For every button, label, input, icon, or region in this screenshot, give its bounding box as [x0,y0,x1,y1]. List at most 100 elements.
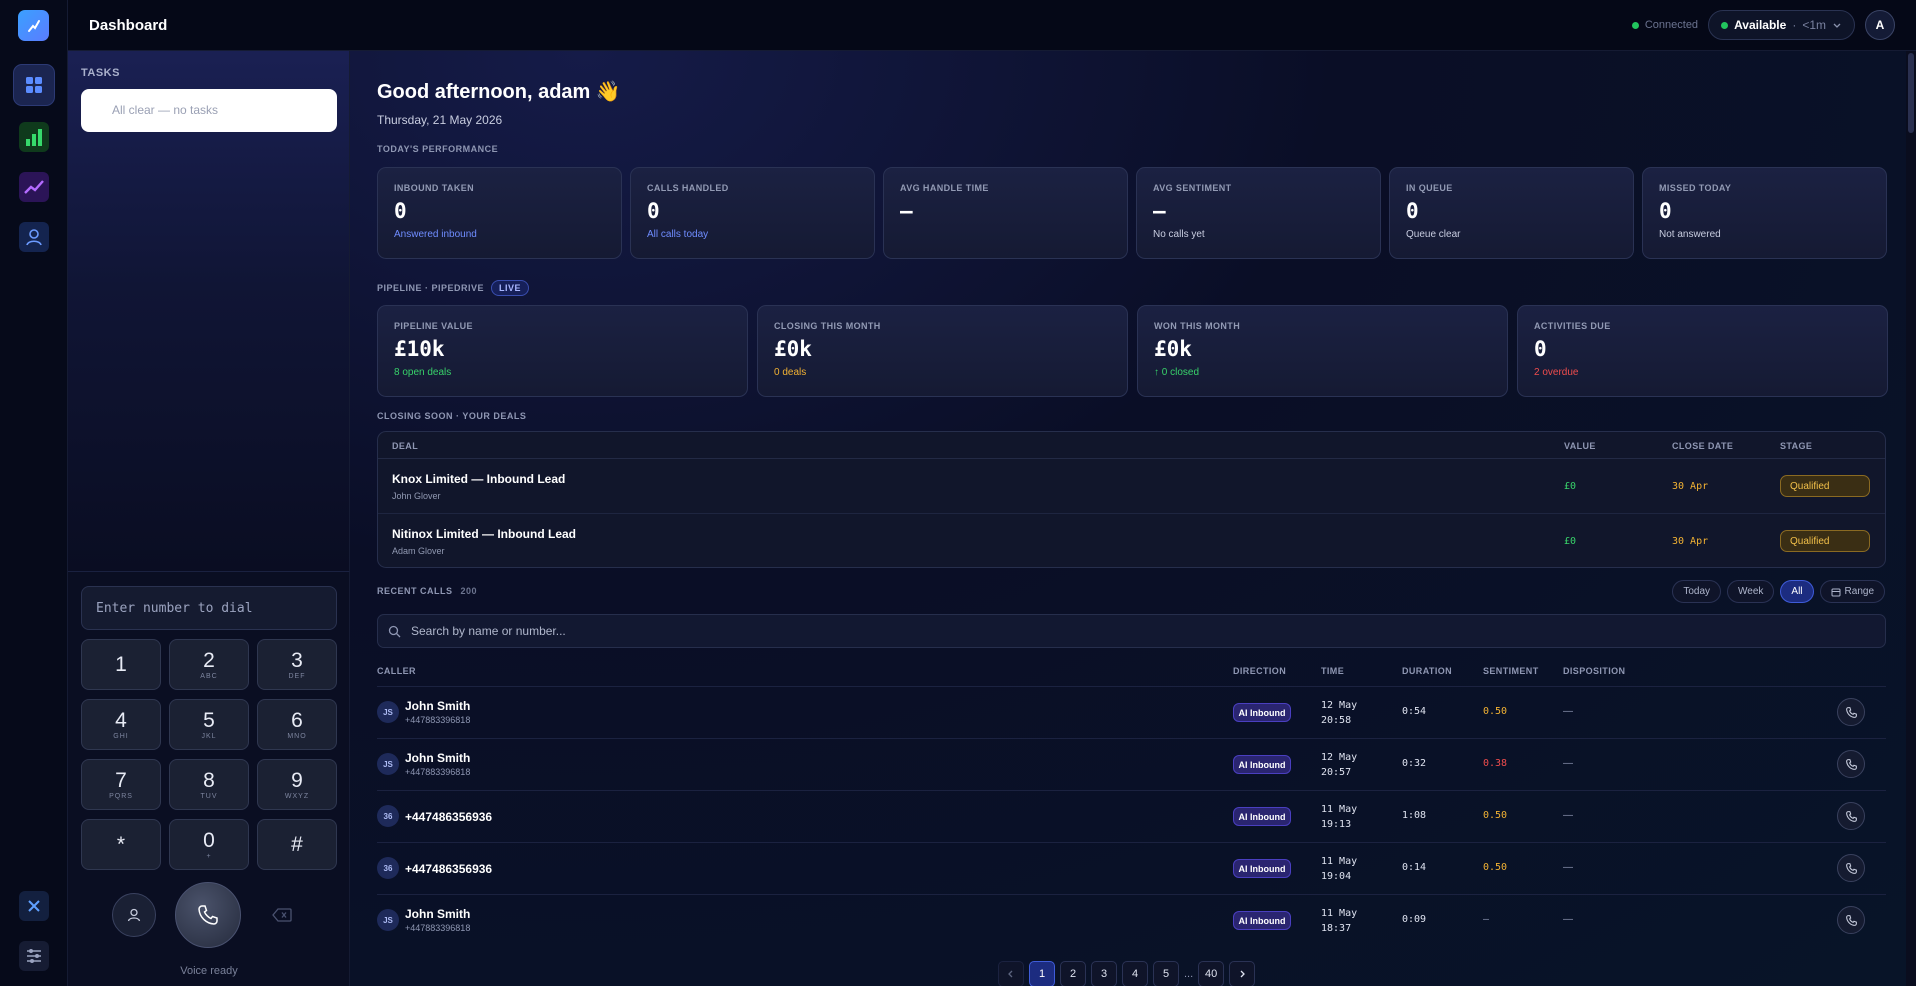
availability-label: Available [1734,18,1787,32]
call-button[interactable] [175,882,241,948]
call-row[interactable]: JS John Smith +447883396818 AI Inbound 12 Ma… [377,686,1886,738]
metric-card: MISSED TODAY 0 Not answered [1642,167,1887,259]
contacts-button[interactable] [112,893,156,937]
call-row[interactable]: 36 +447486356936 AI Inbound 11 May 19:13 1:08… [377,790,1886,842]
backspace-button[interactable] [260,893,304,937]
bar-chart-icon [19,122,49,152]
keypad-key[interactable]: 0 + [169,819,249,870]
deals-table: DEAL VALUE CLOSE DATE STAGE Knox Limited… [377,431,1886,568]
rail-contacts-button[interactable] [13,216,55,258]
deal-name: Knox Limited — Inbound Lead [392,472,566,486]
caller-avatar: 36 [377,857,399,879]
keypad-key[interactable]: 2 ABC [169,639,249,690]
keypad-letters: WXYZ [284,792,310,800]
dial-number-input[interactable] [81,586,337,630]
rail-reports-button[interactable] [13,116,55,158]
deal-owner: Adam Glover [392,546,445,556]
voice-status: Voice ready [180,965,238,977]
filter-label: Week [1738,586,1764,597]
rail-dashboard-button[interactable] [13,64,55,106]
deal-row[interactable]: Knox Limited — Inbound Lead John Glover £0… [378,459,1885,514]
pagination-page[interactable]: 3 [1091,961,1117,986]
availability-dropdown[interactable]: Available · <1m [1708,10,1855,40]
scrollbar-thumb[interactable] [1908,53,1914,133]
pagination-last-page[interactable]: 40 [1198,961,1225,986]
caller-name: John Smith [405,699,471,713]
pagination-page[interactable]: 5 [1153,961,1179,986]
keypad-key[interactable]: # [257,819,337,870]
call-row[interactable]: 36 +447486356936 AI Inbound 11 May 19:04 0:14… [377,842,1886,894]
pagination-prev-button[interactable] [998,961,1024,986]
deal-row[interactable]: Nitinox Limited — Inbound Lead Adam Glove… [378,514,1885,567]
main-scrollbar[interactable] [1906,51,1916,986]
rail-settings-button[interactable] [13,935,55,977]
keypad-key[interactable]: 4 GHI [81,699,161,750]
keypad-key[interactable]: 1 [81,639,161,690]
keypad-digit: 5 [203,708,215,732]
filter-button[interactable]: Range [1819,580,1885,603]
metric-sub: 8 open deals [394,367,452,378]
connection-dot-icon [1631,21,1639,29]
call-filters: Today Week All Range [1672,580,1885,603]
rail-brand-button[interactable] [13,885,55,927]
calls-search-input[interactable] [409,623,1009,639]
call-sentiment: 0.50 [1483,862,1508,873]
calls-table-header: CALLER DIRECTION TIME DURATION SENTIMENT… [377,666,1886,680]
call-row[interactable]: JS John Smith +447883396818 AI Inbound 11 Ma… [377,894,1886,946]
call-back-button[interactable] [1837,750,1865,778]
direction-badge: AI Inbound [1233,807,1291,826]
keypad-digit: * [116,833,126,856]
call-duration: 0:09 [1402,914,1427,925]
call-duration: 0:54 [1402,706,1427,717]
call-back-button[interactable] [1837,698,1865,726]
keypad-key[interactable]: 6 MNO [257,699,337,750]
filter-label: Range [1844,586,1874,597]
call-disposition: — [1563,758,1573,769]
keypad-key[interactable]: 9 WXYZ [257,759,337,810]
metric-sub: No calls yet [1153,229,1205,240]
call-row[interactable]: JS John Smith +447883396818 AI Inbound 12 Ma… [377,738,1886,790]
call-duration: 0:32 [1402,758,1427,769]
keypad-key[interactable]: * [81,819,161,870]
user-avatar[interactable]: A [1865,10,1895,40]
chevron-right-icon [1240,970,1246,978]
deals-col-close-date: CLOSE DATE [1672,441,1734,451]
call-clock: 20:57 [1321,767,1352,778]
call-back-button[interactable] [1837,906,1865,934]
keypad-key[interactable]: 8 TUV [169,759,249,810]
pagination-next-button[interactable] [1229,961,1256,986]
call-duration: 1:08 [1402,810,1427,821]
performance-heading: TODAY'S PERFORMANCE [377,144,499,154]
app-logo[interactable] [18,10,49,41]
pagination-page[interactable]: 1 [1029,961,1055,986]
call-back-button[interactable] [1837,802,1865,830]
metric-card: IN QUEUE 0 Queue clear [1389,167,1634,259]
keypad-digit: # [291,833,303,856]
metric-card: INBOUND TAKEN 0 Answered inbound [377,167,622,259]
deal-value: £0 [1564,536,1577,547]
metric-label: INBOUND TAKEN [394,183,475,193]
keypad-key[interactable]: 7 PQRS [81,759,161,810]
keypad-key[interactable]: 3 DEF [257,639,337,690]
call-sentiment: 0.38 [1483,758,1508,769]
call-back-button[interactable] [1837,854,1865,882]
availability-dot-icon [1721,21,1729,29]
call-sentiment: 0.50 [1483,706,1508,717]
caller-name: +447486356936 [405,862,493,876]
deal-name: Nitinox Limited — Inbound Lead [392,527,576,541]
keypad-key[interactable]: 5 JKL [169,699,249,750]
keypad-digit: 8 [203,768,215,792]
filter-button[interactable]: Today [1672,580,1722,603]
availability-time: <1m [1802,18,1826,32]
metric-value: 0 [647,199,660,223]
calendar-icon [1831,588,1841,596]
pagination-page[interactable]: 4 [1122,961,1148,986]
rail-analytics-button[interactable] [13,166,55,208]
keypad-letters: DEF [288,672,306,680]
call-time: 12 May 20:57 [1321,750,1357,780]
caller-name: +447486356936 [405,810,493,824]
deals-table-header: DEAL VALUE CLOSE DATE STAGE [378,432,1885,459]
pagination-page[interactable]: 2 [1060,961,1086,986]
filter-button[interactable]: All [1780,580,1814,603]
filter-button[interactable]: Week [1727,580,1775,603]
